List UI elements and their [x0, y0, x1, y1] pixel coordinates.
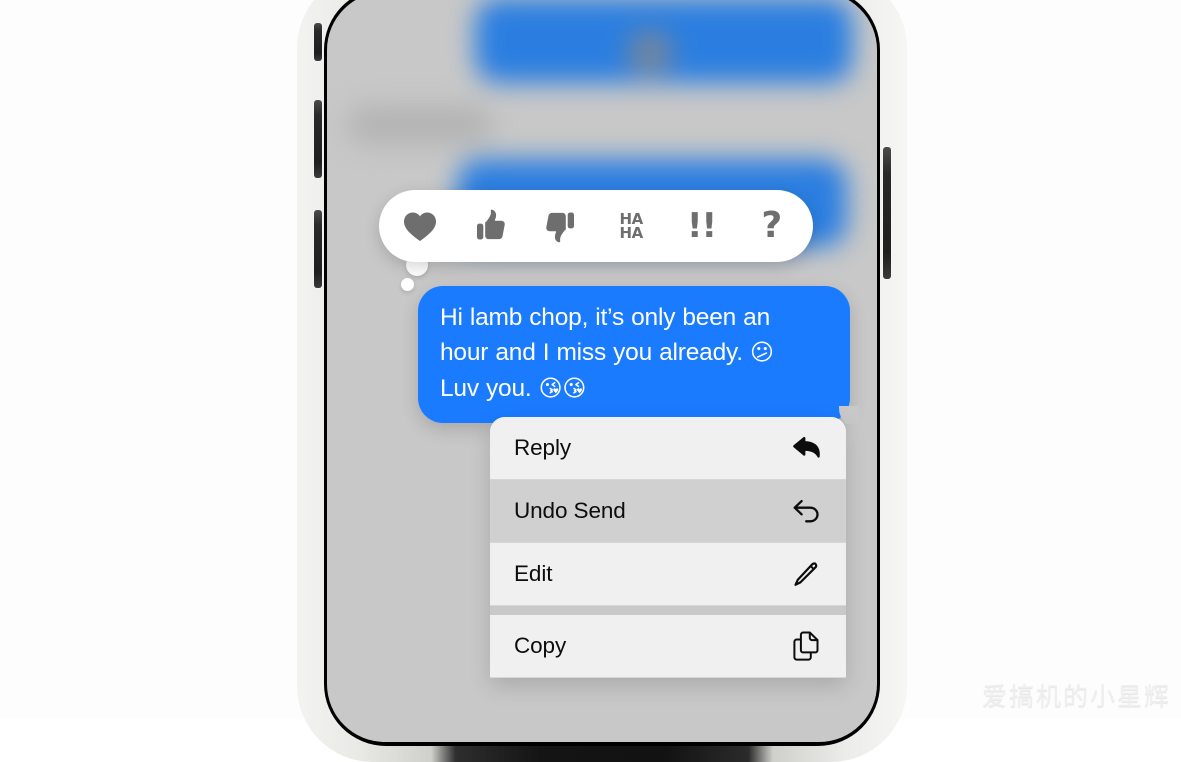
kissing-face-emoji-2: 😘 — [562, 376, 587, 402]
blurred-avatar — [627, 30, 673, 76]
silent-switch[interactable] — [314, 23, 322, 61]
menu-item-edit[interactable]: Edit — [490, 543, 846, 606]
reply-arrow-icon — [791, 433, 821, 463]
heart-icon[interactable] — [394, 200, 446, 252]
menu-item-reply[interactable]: Reply — [490, 417, 846, 480]
question-glyph: ? — [761, 205, 783, 246]
message-line-3: Luv you. — [440, 375, 532, 402]
volume-up-button[interactable] — [314, 100, 322, 178]
volume-down-button[interactable] — [314, 210, 322, 288]
message-text: Hi lamb chop, it’s only been an hour and… — [440, 300, 828, 407]
pencil-icon — [791, 559, 821, 589]
menu-item-copy[interactable]: Copy — [490, 615, 846, 678]
thumbs-up-icon[interactable] — [464, 200, 516, 252]
kissing-face-emoji-1: 😘 — [538, 376, 563, 402]
haha-line-2: HA — [619, 224, 643, 242]
menu-item-copy-label: Copy — [514, 633, 567, 658]
menu-item-edit-label: Edit — [514, 561, 553, 586]
undo-arrow-icon — [791, 496, 821, 526]
focused-message-bubble[interactable]: Hi lamb chop, it’s only been an hour and… — [418, 286, 859, 424]
message-line-2: hour and I miss you already. — [440, 339, 743, 366]
tapback-tail-dot-small — [401, 278, 414, 291]
side-power-button[interactable] — [883, 147, 891, 279]
watermark-text: 爱搞机的小星辉 — [981, 682, 1171, 711]
menu-item-undo-send[interactable]: Undo Send — [490, 480, 846, 543]
tapback-reaction-bar[interactable]: HA HA !! ? — [379, 190, 813, 262]
page-background: HA HA !! ? Hi lamb chop, it’s only been … — [0, 0, 1181, 762]
iphone-device: HA HA !! ? Hi lamb chop, it’s only been … — [297, 0, 907, 762]
copy-documents-icon — [791, 631, 821, 661]
exclamation-glyph: !! — [686, 206, 717, 246]
thumbs-down-icon[interactable] — [535, 200, 587, 252]
menu-section-divider — [490, 606, 846, 615]
frowning-face-emoji: 😕 — [749, 340, 774, 366]
message-context-menu[interactable]: Reply Undo Send Edit Copy — [490, 417, 846, 678]
blurred-received-bubble — [347, 105, 493, 145]
haha-icon[interactable]: HA HA — [605, 200, 657, 252]
exclamation-icon[interactable]: !! — [675, 200, 727, 252]
message-line-1: Hi lamb chop, it’s only been an — [440, 304, 771, 331]
menu-item-undo-send-label: Undo Send — [514, 498, 626, 523]
menu-item-reply-label: Reply — [514, 435, 572, 460]
phone-screen: HA HA !! ? Hi lamb chop, it’s only been … — [327, 0, 877, 742]
question-icon[interactable]: ? — [746, 200, 798, 252]
